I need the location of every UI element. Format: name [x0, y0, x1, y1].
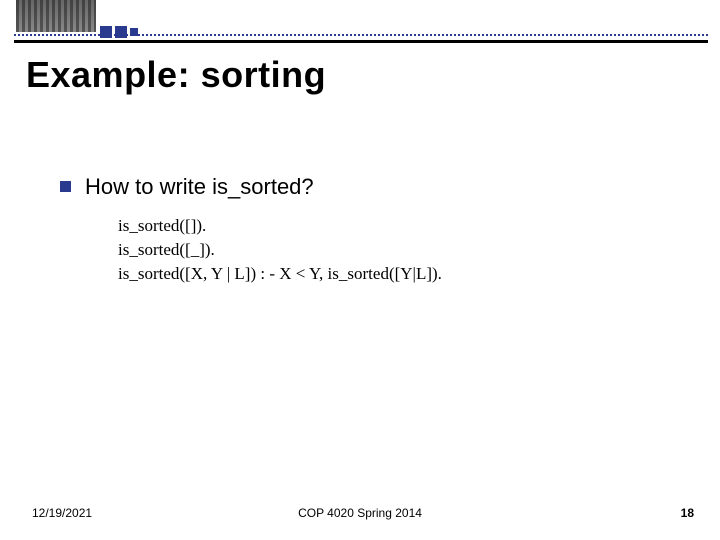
decorative-squares — [100, 26, 138, 38]
footer-center: COP 4020 Spring 2014 — [0, 506, 720, 520]
header-strip — [0, 0, 720, 46]
slide-body: How to write is_sorted? is_sorted([]). i… — [60, 174, 680, 285]
decorative-building-image — [16, 0, 96, 32]
square-icon — [115, 26, 127, 38]
code-line: is_sorted([_]). — [118, 238, 680, 262]
code-block: is_sorted([]). is_sorted([_]). is_sorted… — [118, 214, 680, 285]
bullet-item: How to write is_sorted? — [60, 174, 680, 200]
bullet-square-icon — [60, 181, 71, 192]
square-icon — [100, 26, 112, 38]
footer-page-number: 18 — [681, 506, 694, 520]
code-line: is_sorted([]). — [118, 214, 680, 238]
slide: Example: sorting How to write is_sorted?… — [0, 0, 720, 540]
solid-rule — [14, 40, 708, 43]
bullet-text: How to write is_sorted? — [85, 174, 314, 200]
code-line: is_sorted([X, Y | L]) : - X < Y, is_sort… — [118, 262, 680, 286]
square-icon — [130, 28, 138, 36]
slide-title: Example: sorting — [26, 54, 326, 96]
